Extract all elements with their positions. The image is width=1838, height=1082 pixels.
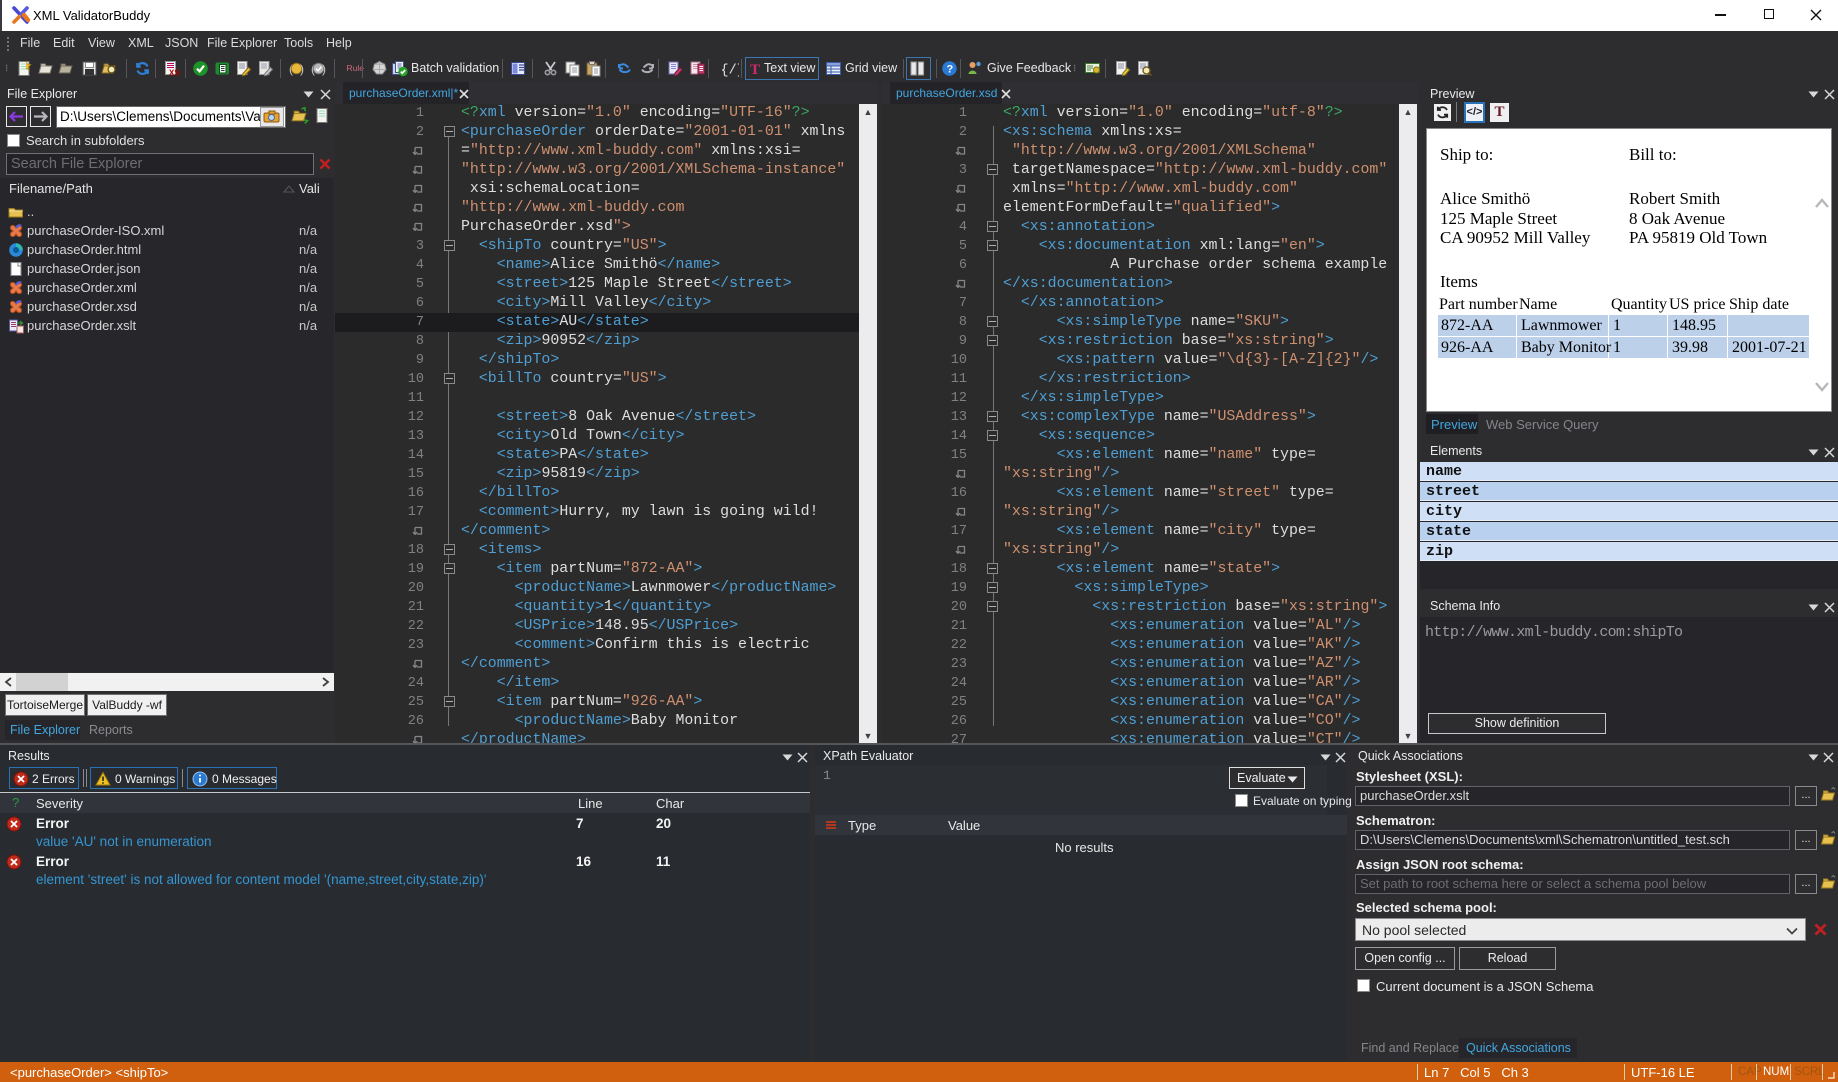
svg-text:): ) — [322, 62, 326, 76]
svg-text:): ) — [300, 62, 304, 76]
svg-text:{/}: {/} — [721, 64, 740, 78]
svg-text:XS: XS — [169, 69, 180, 78]
svg-text:?: ? — [947, 64, 954, 76]
svg-text:T: T — [750, 62, 760, 77]
